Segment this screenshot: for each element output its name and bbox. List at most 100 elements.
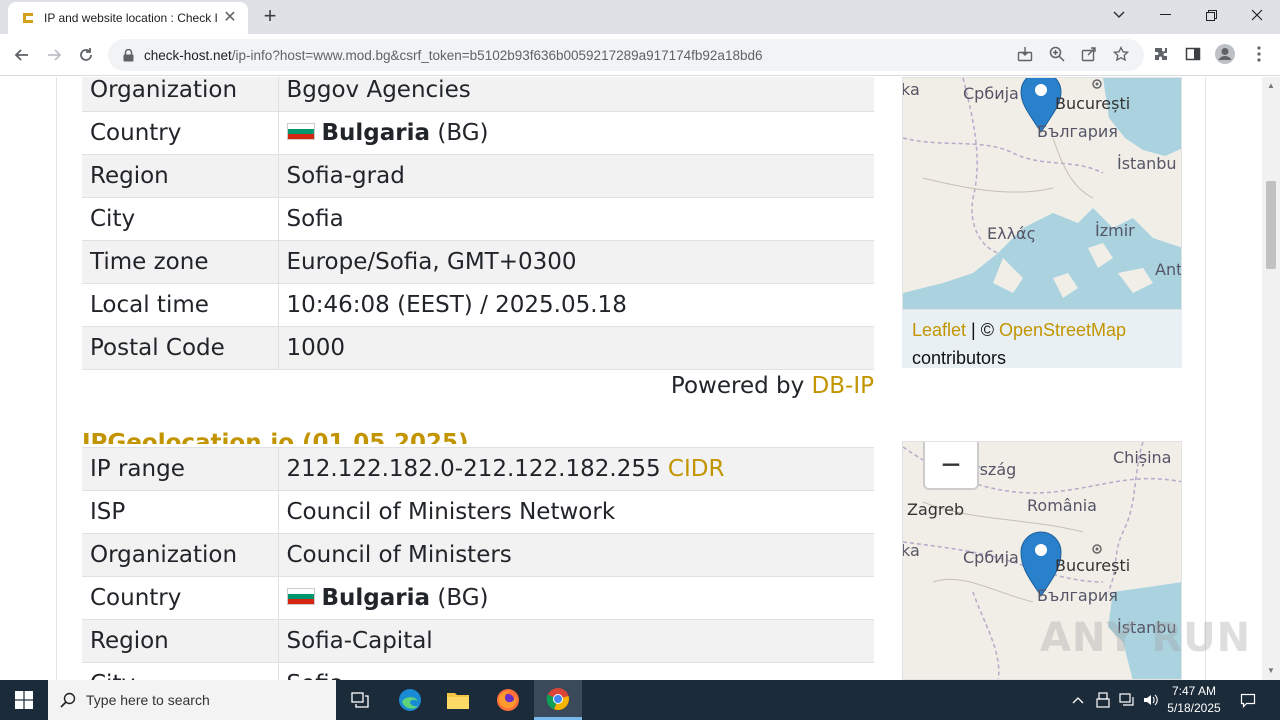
notifications-icon[interactable] [1234, 680, 1262, 720]
search-icon [60, 692, 76, 708]
edge-browser-icon[interactable] [386, 680, 434, 720]
row-value: Bulgaria (BG) [278, 576, 874, 620]
row-value: Council of Ministers Network [278, 490, 874, 534]
table-row: Postal Code 1000 [82, 326, 874, 370]
ip-range-value: 212.122.182.0-212.122.182.255 [286, 456, 661, 482]
install-app-icon[interactable] [1014, 43, 1036, 65]
system-clock[interactable]: 7:47 AM 5/18/2025 [1160, 683, 1228, 717]
leaflet-link[interactable]: Leaflet [912, 320, 966, 340]
country-name: Bulgaria [321, 585, 431, 611]
extensions-icon[interactable] [1150, 43, 1172, 65]
close-window-button[interactable] [1234, 0, 1280, 30]
taskbar-search-box[interactable]: Type here to search [48, 680, 336, 720]
usb-device-icon[interactable] [1092, 680, 1114, 720]
bookmark-star-icon[interactable] [1110, 43, 1132, 65]
search-placeholder: Type here to search [86, 692, 210, 708]
row-key: Local time [82, 283, 279, 327]
map-label: Ελλάς [987, 224, 1036, 243]
start-button[interactable] [0, 680, 48, 720]
dbip-info-table: Organization Bggov Agencies Country Bulg… [82, 77, 874, 370]
location-map-1[interactable]: ka Србија București България İstanbu Ελλ… [902, 77, 1182, 310]
tray-overflow-icon[interactable] [1068, 680, 1088, 720]
volume-icon[interactable] [1140, 680, 1162, 720]
address-bar[interactable]: check-host.net/ip-info?host=www.mod.bg&c… [108, 39, 1144, 71]
row-value: Bggov Agencies [278, 77, 874, 112]
map-label: București [1055, 556, 1131, 575]
scroll-down-arrow-icon[interactable]: ▼ [1262, 664, 1280, 678]
map-label: București [1055, 94, 1131, 113]
tab-close-icon[interactable]: ✕ [220, 8, 240, 28]
attribution-contributors: contributors [912, 348, 1007, 368]
row-value: 1000 [278, 326, 874, 370]
network-icon[interactable] [1116, 680, 1138, 720]
scrollbar-track[interactable] [1262, 77, 1280, 680]
row-value: Sofia [278, 197, 874, 241]
tab-strip: IP and website location : Check I ✕ + [0, 0, 1280, 34]
lock-icon[interactable] [118, 48, 138, 62]
url-text: check-host.net/ip-info?host=www.mod.bg&c… [144, 48, 762, 63]
row-value: Bulgaria (BG) [278, 111, 874, 155]
back-button[interactable] [9, 42, 35, 68]
row-value: Sofia-Capital [278, 619, 874, 663]
page-viewport: Organization Bggov Agencies Country Bulg… [0, 77, 1280, 680]
country-code: (BG) [437, 120, 489, 146]
restore-button[interactable] [1188, 0, 1234, 30]
browser-toolbar: check-host.net/ip-info?host=www.mod.bg&c… [0, 34, 1280, 76]
row-key: Region [82, 154, 279, 198]
profile-avatar-icon[interactable] [1214, 43, 1236, 65]
firefox-icon[interactable] [484, 680, 532, 720]
new-tab-button[interactable]: + [258, 5, 282, 28]
table-row: City Sofia [82, 197, 874, 241]
menu-kebab-icon[interactable] [1248, 43, 1270, 65]
table-row: Time zone Europe/Sofia, GMT+0300 [82, 240, 874, 284]
map-tiles-1 [903, 78, 1181, 309]
side-panel-icon[interactable] [1182, 43, 1204, 65]
table-row: City Sofia [82, 662, 874, 680]
map-label: Zagreb [907, 500, 965, 519]
row-value: Europe/Sofia, GMT+0300 [278, 240, 874, 284]
reload-button[interactable] [73, 42, 99, 68]
row-key: City [82, 197, 279, 241]
scroll-up-arrow-icon[interactable]: ▲ [1262, 79, 1280, 93]
row-value: 212.122.182.0-212.122.182.255 CIDR [278, 447, 874, 491]
row-key: Country [82, 576, 279, 620]
table-row: Organization Council of Ministers [82, 533, 874, 577]
anyrun-watermark: ANY RUN [1040, 615, 1252, 661]
powered-by-text: Powered by [670, 373, 812, 399]
table-row: Country Bulgaria (BG) [82, 576, 874, 620]
zoom-icon[interactable] [1046, 43, 1068, 65]
row-value: 10:46:08 (EEST) / 2025.05.18 [278, 283, 874, 327]
forward-button[interactable] [41, 42, 67, 68]
table-row: IP range 212.122.182.0-212.122.182.255 C… [82, 447, 874, 491]
map-label: ka [902, 80, 920, 99]
zoom-out-button[interactable]: − [923, 442, 979, 490]
browser-tab[interactable]: IP and website location : Check I ✕ [8, 2, 248, 34]
dbip-link[interactable]: DB-IP [812, 373, 874, 399]
map-label: România [1027, 496, 1097, 515]
row-key: Region [82, 619, 279, 663]
windows-taskbar: Type here to search 7:47 AM 5/18/2025 [0, 680, 1280, 720]
cidr-link[interactable]: CIDR [668, 456, 725, 482]
clock-date: 5/18/2025 [1167, 701, 1221, 715]
attribution-separator: | © [966, 320, 999, 340]
task-view-icon[interactable] [336, 680, 384, 720]
tab-search-icon[interactable] [1096, 0, 1142, 30]
minimize-button[interactable] [1142, 0, 1188, 30]
section-heading[interactable]: IPGeolocation.io (01.05.2025) [82, 431, 582, 444]
map-attribution: Leaflet | © OpenStreetMap contributors [902, 310, 1182, 368]
row-key: Organization [82, 533, 279, 577]
openstreetmap-link[interactable]: OpenStreetMap [999, 320, 1126, 340]
share-icon[interactable] [1078, 43, 1100, 65]
row-key: ISP [82, 490, 279, 534]
scrollbar-thumb[interactable] [1266, 181, 1276, 269]
map-label: İstanbu [1117, 154, 1177, 173]
bulgaria-flag-icon [286, 588, 315, 605]
country-code: (BG) [437, 585, 489, 611]
clock-time: 7:47 AM [1171, 684, 1217, 698]
map-label: Chișina [1113, 448, 1172, 467]
chrome-icon[interactable] [534, 680, 582, 720]
map-label: rszág [973, 460, 1017, 479]
row-key: Time zone [82, 240, 279, 284]
row-value: Council of Ministers [278, 533, 874, 577]
file-explorer-icon[interactable] [434, 680, 482, 720]
